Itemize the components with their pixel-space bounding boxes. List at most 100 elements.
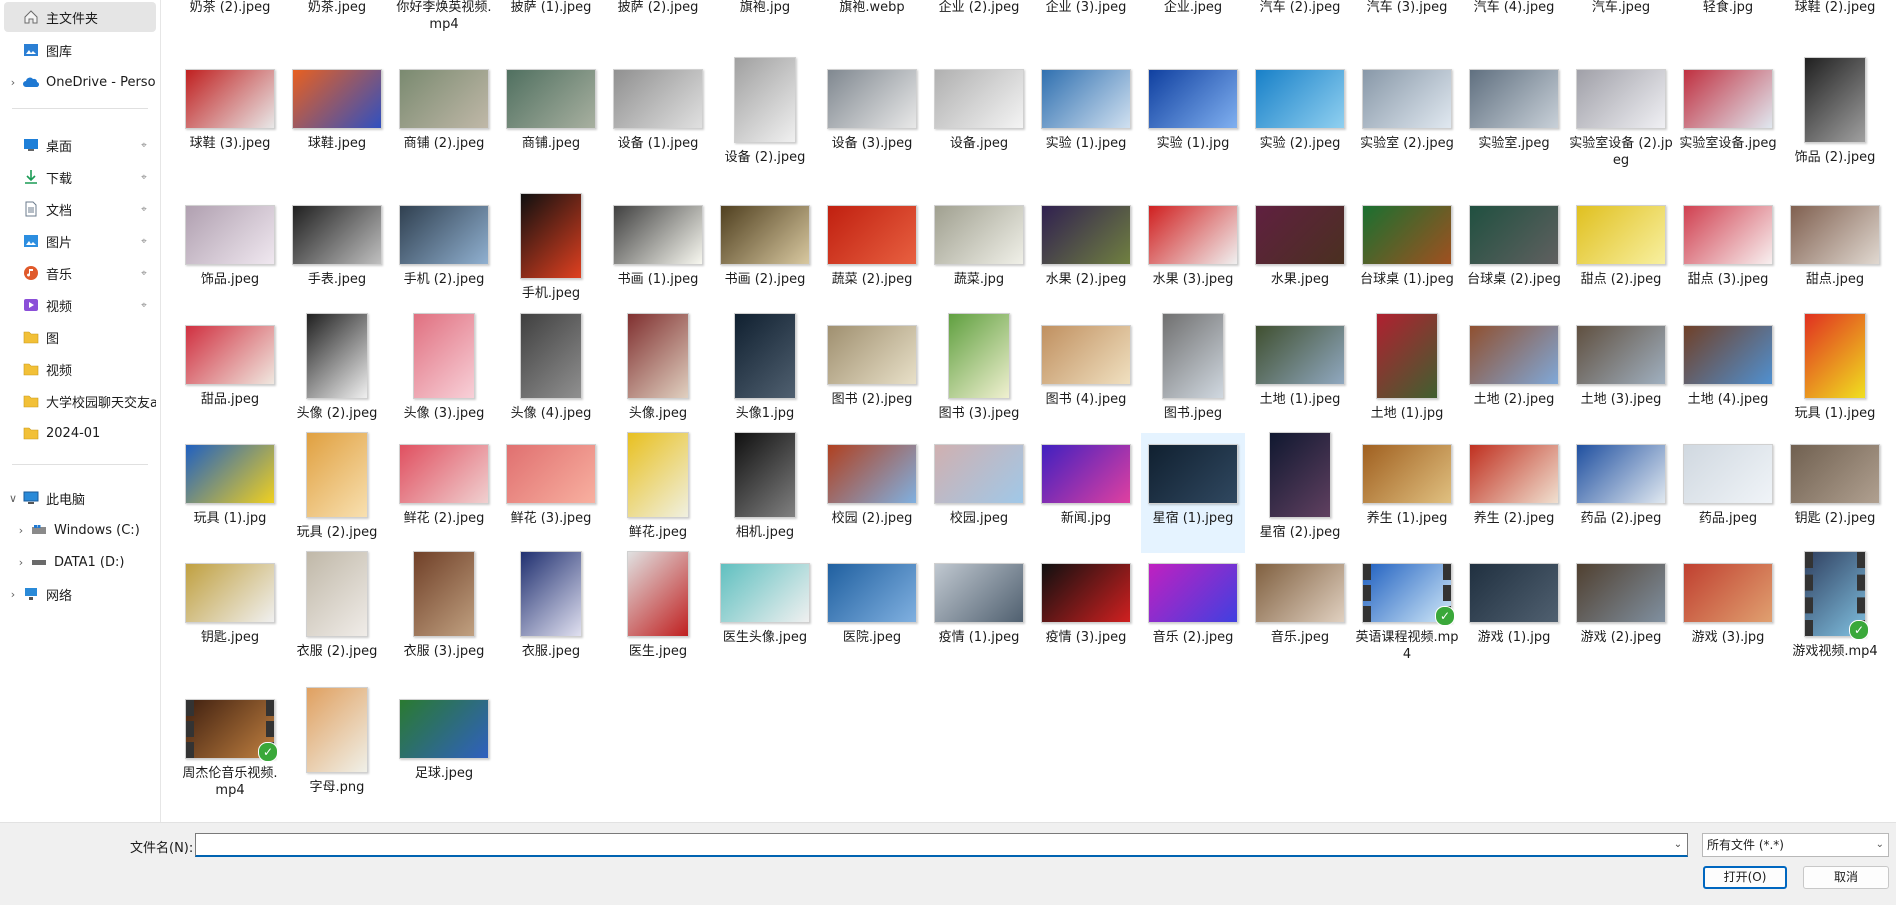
file-item[interactable]: 医生头像.jpeg — [713, 556, 817, 646]
file-item[interactable]: 实验 (2).jpeg — [1248, 62, 1352, 152]
file-item[interactable]: 披萨 (1).jpeg — [499, 0, 603, 16]
file-item[interactable]: 实验室.jpeg — [1462, 62, 1566, 152]
nav-item-quick-5[interactable]: 视频 ⌖ — [4, 290, 156, 320]
file-item[interactable]: 图书 (3).jpeg — [927, 313, 1031, 422]
file-item[interactable]: 头像 (3).jpeg — [392, 313, 496, 422]
chevron-right-icon[interactable]: › — [4, 76, 22, 89]
file-item[interactable]: 蔬菜 (2).jpeg — [820, 198, 924, 288]
file-item[interactable]: 校园.jpeg — [927, 437, 1031, 527]
file-item[interactable]: 汽车 (4).jpeg — [1462, 0, 1566, 16]
file-item[interactable]: 商铺.jpeg — [499, 62, 603, 152]
file-item[interactable]: 头像 (2).jpeg — [285, 313, 389, 422]
file-item[interactable]: 衣服 (3).jpeg — [392, 551, 496, 660]
file-item[interactable]: 鲜花.jpeg — [606, 432, 710, 541]
file-item[interactable]: 企业.jpeg — [1141, 0, 1245, 16]
file-item[interactable]: 玩具 (1).jpg — [178, 437, 282, 527]
file-item[interactable]: 头像1.jpg — [713, 313, 817, 422]
nav-item-quick-8[interactable]: 大学校园聊天交友a — [4, 386, 156, 416]
file-item[interactable]: 饰品.jpeg — [178, 198, 282, 288]
file-item[interactable]: 游戏 (2).jpeg — [1569, 556, 1673, 646]
nav-item-quick-3[interactable]: 图片 ⌖ — [4, 226, 156, 256]
file-item[interactable]: 疫情 (3).jpeg — [1034, 556, 1138, 646]
file-item[interactable]: 相机.jpeg — [713, 432, 817, 541]
file-item[interactable]: 球鞋.jpeg — [285, 62, 389, 152]
file-item[interactable]: 头像 (4).jpeg — [499, 313, 603, 422]
file-item[interactable]: ✓ 周杰伦音乐视频.mp4 — [178, 692, 282, 799]
file-item[interactable]: 土地 (1).jpg — [1355, 313, 1459, 422]
nav-item-quick-6[interactable]: 图 — [4, 322, 156, 352]
file-item[interactable]: 实验室设备.jpeg — [1676, 62, 1780, 152]
nav-item-quick-7[interactable]: 视频 — [4, 354, 156, 384]
file-item[interactable]: 手机.jpeg — [499, 193, 603, 302]
file-item[interactable]: 土地 (1).jpeg — [1248, 318, 1352, 408]
file-item[interactable]: 甜品.jpeg — [178, 318, 282, 408]
cancel-button[interactable]: 取消 — [1803, 866, 1889, 889]
file-item[interactable]: 台球桌 (1).jpeg — [1355, 198, 1459, 288]
file-item[interactable]: 图书.jpeg — [1141, 313, 1245, 422]
file-item[interactable]: 企业 (2).jpeg — [927, 0, 1031, 16]
nav-item-quick-4[interactable]: 音乐 ⌖ — [4, 258, 156, 288]
file-item[interactable]: 衣服.jpeg — [499, 551, 603, 660]
file-item[interactable]: 玩具 (2).jpeg — [285, 432, 389, 541]
file-item[interactable]: ✓ 英语课程视频.mp4 — [1355, 556, 1459, 663]
file-item[interactable]: 足球.jpeg — [392, 692, 496, 782]
file-item[interactable]: 球鞋 (2).jpeg — [1783, 0, 1887, 16]
file-item[interactable]: 披萨 (2).jpeg — [606, 0, 710, 16]
file-item[interactable]: 设备 (3).jpeg — [820, 62, 924, 152]
file-item[interactable]: 汽车.jpeg — [1569, 0, 1673, 16]
open-button[interactable]: 打开(O) — [1703, 866, 1787, 889]
chevron-down-icon[interactable]: ∨ — [4, 492, 22, 505]
file-item[interactable]: 校园 (2).jpeg — [820, 437, 924, 527]
nav-item-quick-0[interactable]: 桌面 ⌖ — [4, 130, 156, 160]
file-item[interactable]: 实验室设备 (2).jpeg — [1569, 62, 1673, 169]
file-item[interactable]: 奶茶.jpeg — [285, 0, 389, 16]
file-item[interactable]: 图书 (4).jpeg — [1034, 318, 1138, 408]
file-item[interactable]: 游戏 (1).jpg — [1462, 556, 1566, 646]
chevron-right-icon[interactable]: › — [4, 588, 22, 601]
file-item[interactable]: 企业 (3).jpeg — [1034, 0, 1138, 16]
file-item[interactable]: 旗袍.webp — [820, 0, 924, 16]
nav-item-gallery[interactable]: 图库 — [4, 35, 156, 65]
file-item[interactable]: 养生 (2).jpeg — [1462, 437, 1566, 527]
file-item[interactable]: 甜点.jpeg — [1783, 198, 1887, 288]
file-item[interactable]: 星宿 (2).jpeg — [1248, 432, 1352, 541]
chevron-right-icon[interactable]: › — [12, 556, 30, 569]
file-item[interactable]: 手机 (2).jpeg — [392, 198, 496, 288]
file-item[interactable]: 汽车 (3).jpeg — [1355, 0, 1459, 16]
file-item[interactable]: 书画 (1).jpeg — [606, 198, 710, 288]
file-item[interactable]: 手表.jpeg — [285, 198, 389, 288]
filename-history-dropdown[interactable]: ⌄ — [1670, 835, 1686, 855]
file-item[interactable]: 蔬菜.jpg — [927, 198, 1031, 288]
file-item[interactable]: 甜点 (3).jpeg — [1676, 198, 1780, 288]
nav-item-network[interactable]: › 网络 — [4, 579, 156, 609]
file-item[interactable]: 星宿 (1).jpeg — [1141, 433, 1245, 553]
file-item[interactable]: 音乐 (2).jpeg — [1141, 556, 1245, 646]
file-item[interactable]: 衣服 (2).jpeg — [285, 551, 389, 660]
file-item[interactable]: 书画 (2).jpeg — [713, 198, 817, 288]
file-item[interactable]: 药品 (2).jpeg — [1569, 437, 1673, 527]
file-item[interactable]: 字母.png — [285, 687, 389, 796]
file-item[interactable]: 水果.jpeg — [1248, 198, 1352, 288]
file-item[interactable]: 商铺 (2).jpeg — [392, 62, 496, 152]
file-item[interactable]: 实验室 (2).jpeg — [1355, 62, 1459, 152]
file-item[interactable]: 土地 (3).jpeg — [1569, 318, 1673, 408]
file-type-filter[interactable]: 所有文件 (*.*) ⌄ — [1702, 833, 1889, 857]
file-item[interactable]: 实验 (1).jpeg — [1034, 62, 1138, 152]
file-item[interactable]: 玩具 (1).jpeg — [1783, 313, 1887, 422]
file-item[interactable]: 图书 (2).jpeg — [820, 318, 924, 408]
file-item[interactable]: 设备 (1).jpeg — [606, 62, 710, 152]
nav-item-this-pc[interactable]: ∨ 此电脑 — [4, 483, 156, 513]
file-item[interactable]: 饰品 (2).jpeg — [1783, 57, 1887, 166]
file-item[interactable]: ✓ 游戏视频.mp4 — [1783, 551, 1887, 660]
file-item[interactable]: 台球桌 (2).jpeg — [1462, 198, 1566, 288]
file-item[interactable]: 甜点 (2).jpeg — [1569, 198, 1673, 288]
file-item[interactable]: 养生 (1).jpeg — [1355, 437, 1459, 527]
file-item[interactable]: 土地 (2).jpeg — [1462, 318, 1566, 408]
file-item[interactable]: 水果 (2).jpeg — [1034, 198, 1138, 288]
filename-input[interactable] — [195, 833, 1688, 857]
file-item[interactable]: 水果 (3).jpeg — [1141, 198, 1245, 288]
file-item[interactable]: 旗袍.jpg — [713, 0, 817, 16]
file-item[interactable]: 鲜花 (3).jpeg — [499, 437, 603, 527]
nav-item-drive-1[interactable]: › DATA1 (D:) — [4, 547, 156, 577]
file-item[interactable]: 医院.jpeg — [820, 556, 924, 646]
